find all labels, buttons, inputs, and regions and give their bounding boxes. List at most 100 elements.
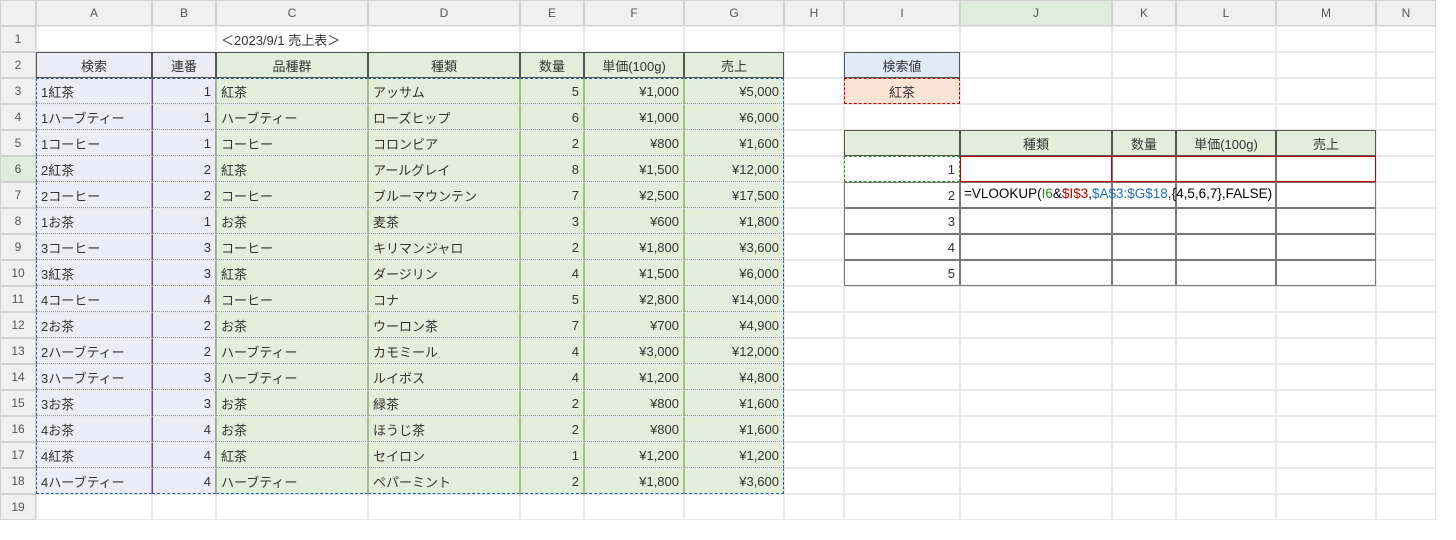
cell-L2[interactable] bbox=[1176, 52, 1276, 78]
row-header-7[interactable]: 7 bbox=[0, 182, 36, 208]
cell-I16[interactable] bbox=[844, 416, 960, 442]
cell-M5[interactable]: 売上 bbox=[1276, 130, 1376, 156]
cell-I8[interactable]: 3 bbox=[844, 208, 960, 234]
cell-F4[interactable]: ¥1,000 bbox=[584, 104, 684, 130]
cell-J9[interactable] bbox=[960, 234, 1112, 260]
cell-A13[interactable]: 2ハーブティー bbox=[36, 338, 152, 364]
cell-J14[interactable] bbox=[960, 364, 1112, 390]
cell-J6[interactable] bbox=[960, 156, 1112, 182]
cell-D12[interactable]: ウーロン茶 bbox=[368, 312, 520, 338]
cell-C17[interactable]: 紅茶 bbox=[216, 442, 368, 468]
cell-A6[interactable]: 2紅茶 bbox=[36, 156, 152, 182]
cell-H4[interactable] bbox=[784, 104, 844, 130]
cell-B18[interactable]: 4 bbox=[152, 468, 216, 494]
cell-E15[interactable]: 2 bbox=[520, 390, 584, 416]
cell-I9[interactable]: 4 bbox=[844, 234, 960, 260]
cell-J1[interactable] bbox=[960, 26, 1112, 52]
cell-G17[interactable]: ¥1,200 bbox=[684, 442, 784, 468]
cell-G13[interactable]: ¥12,000 bbox=[684, 338, 784, 364]
cell-C10[interactable]: 紅茶 bbox=[216, 260, 368, 286]
cell-L18[interactable] bbox=[1176, 468, 1276, 494]
cell-B14[interactable]: 3 bbox=[152, 364, 216, 390]
cell-B5[interactable]: 1 bbox=[152, 130, 216, 156]
cell-A1[interactable] bbox=[36, 26, 152, 52]
cell-L3[interactable] bbox=[1176, 78, 1276, 104]
corner-cell[interactable] bbox=[0, 0, 36, 26]
cell-G10[interactable]: ¥6,000 bbox=[684, 260, 784, 286]
row-header-11[interactable]: 11 bbox=[0, 286, 36, 312]
cell-H2[interactable] bbox=[784, 52, 844, 78]
col-header-L[interactable]: L bbox=[1176, 0, 1276, 26]
row-header-10[interactable]: 10 bbox=[0, 260, 36, 286]
row-header-9[interactable]: 9 bbox=[0, 234, 36, 260]
cell-K18[interactable] bbox=[1112, 468, 1176, 494]
cell-J4[interactable] bbox=[960, 104, 1112, 130]
cell-B6[interactable]: 2 bbox=[152, 156, 216, 182]
cell-D2[interactable]: 種類 bbox=[368, 52, 520, 78]
row-header-17[interactable]: 17 bbox=[0, 442, 36, 468]
cell-H7[interactable] bbox=[784, 182, 844, 208]
cell-K10[interactable] bbox=[1112, 260, 1176, 286]
cell-A3[interactable]: 1紅茶 bbox=[36, 78, 152, 104]
cell-F8[interactable]: ¥600 bbox=[584, 208, 684, 234]
cell-E17[interactable]: 1 bbox=[520, 442, 584, 468]
cell-B10[interactable]: 3 bbox=[152, 260, 216, 286]
cell-B17[interactable]: 4 bbox=[152, 442, 216, 468]
cell-A17[interactable]: 4紅茶 bbox=[36, 442, 152, 468]
cell-K14[interactable] bbox=[1112, 364, 1176, 390]
cell-I12[interactable] bbox=[844, 312, 960, 338]
cell-K15[interactable] bbox=[1112, 390, 1176, 416]
cell-K2[interactable] bbox=[1112, 52, 1176, 78]
cell-D16[interactable]: ほうじ茶 bbox=[368, 416, 520, 442]
row-header-1[interactable]: 1 bbox=[0, 26, 36, 52]
row-header-2[interactable]: 2 bbox=[0, 52, 36, 78]
cell-D13[interactable]: カモミール bbox=[368, 338, 520, 364]
spreadsheet-grid[interactable]: ABCDEFGHIJKLMN1＜2023/9/1 売上表＞2検索連番品種群種類数… bbox=[0, 0, 1456, 520]
cell-E6[interactable]: 8 bbox=[520, 156, 584, 182]
row-header-18[interactable]: 18 bbox=[0, 468, 36, 494]
cell-C11[interactable]: コーヒー bbox=[216, 286, 368, 312]
cell-H10[interactable] bbox=[784, 260, 844, 286]
cell-N13[interactable] bbox=[1376, 338, 1436, 364]
cell-L17[interactable] bbox=[1176, 442, 1276, 468]
cell-K19[interactable] bbox=[1112, 494, 1176, 520]
cell-N6[interactable] bbox=[1376, 156, 1436, 182]
col-header-H[interactable]: H bbox=[784, 0, 844, 26]
cell-F5[interactable]: ¥800 bbox=[584, 130, 684, 156]
cell-J18[interactable] bbox=[960, 468, 1112, 494]
cell-E5[interactable]: 2 bbox=[520, 130, 584, 156]
cell-A15[interactable]: 3お茶 bbox=[36, 390, 152, 416]
cell-M9[interactable] bbox=[1276, 234, 1376, 260]
cell-D11[interactable]: コナ bbox=[368, 286, 520, 312]
cell-B1[interactable] bbox=[152, 26, 216, 52]
cell-N9[interactable] bbox=[1376, 234, 1436, 260]
col-header-I[interactable]: I bbox=[844, 0, 960, 26]
cell-M8[interactable] bbox=[1276, 208, 1376, 234]
cell-D15[interactable]: 緑茶 bbox=[368, 390, 520, 416]
cell-E14[interactable]: 4 bbox=[520, 364, 584, 390]
cell-N14[interactable] bbox=[1376, 364, 1436, 390]
cell-F10[interactable]: ¥1,500 bbox=[584, 260, 684, 286]
cell-N4[interactable] bbox=[1376, 104, 1436, 130]
cell-J13[interactable] bbox=[960, 338, 1112, 364]
cell-D8[interactable]: 麦茶 bbox=[368, 208, 520, 234]
cell-N8[interactable] bbox=[1376, 208, 1436, 234]
cell-D6[interactable]: アールグレイ bbox=[368, 156, 520, 182]
cell-F18[interactable]: ¥1,800 bbox=[584, 468, 684, 494]
cell-I19[interactable] bbox=[844, 494, 960, 520]
cell-J16[interactable] bbox=[960, 416, 1112, 442]
cell-H13[interactable] bbox=[784, 338, 844, 364]
cell-B12[interactable]: 2 bbox=[152, 312, 216, 338]
cell-N17[interactable] bbox=[1376, 442, 1436, 468]
cell-K1[interactable] bbox=[1112, 26, 1176, 52]
cell-K5[interactable]: 数量 bbox=[1112, 130, 1176, 156]
cell-D5[interactable]: コロンビア bbox=[368, 130, 520, 156]
cell-A2[interactable]: 検索 bbox=[36, 52, 152, 78]
cell-G8[interactable]: ¥1,800 bbox=[684, 208, 784, 234]
cell-G9[interactable]: ¥3,600 bbox=[684, 234, 784, 260]
cell-D7[interactable]: ブルーマウンテン bbox=[368, 182, 520, 208]
cell-A7[interactable]: 2コーヒー bbox=[36, 182, 152, 208]
cell-L19[interactable] bbox=[1176, 494, 1276, 520]
cell-M12[interactable] bbox=[1276, 312, 1376, 338]
cell-J3[interactable] bbox=[960, 78, 1112, 104]
